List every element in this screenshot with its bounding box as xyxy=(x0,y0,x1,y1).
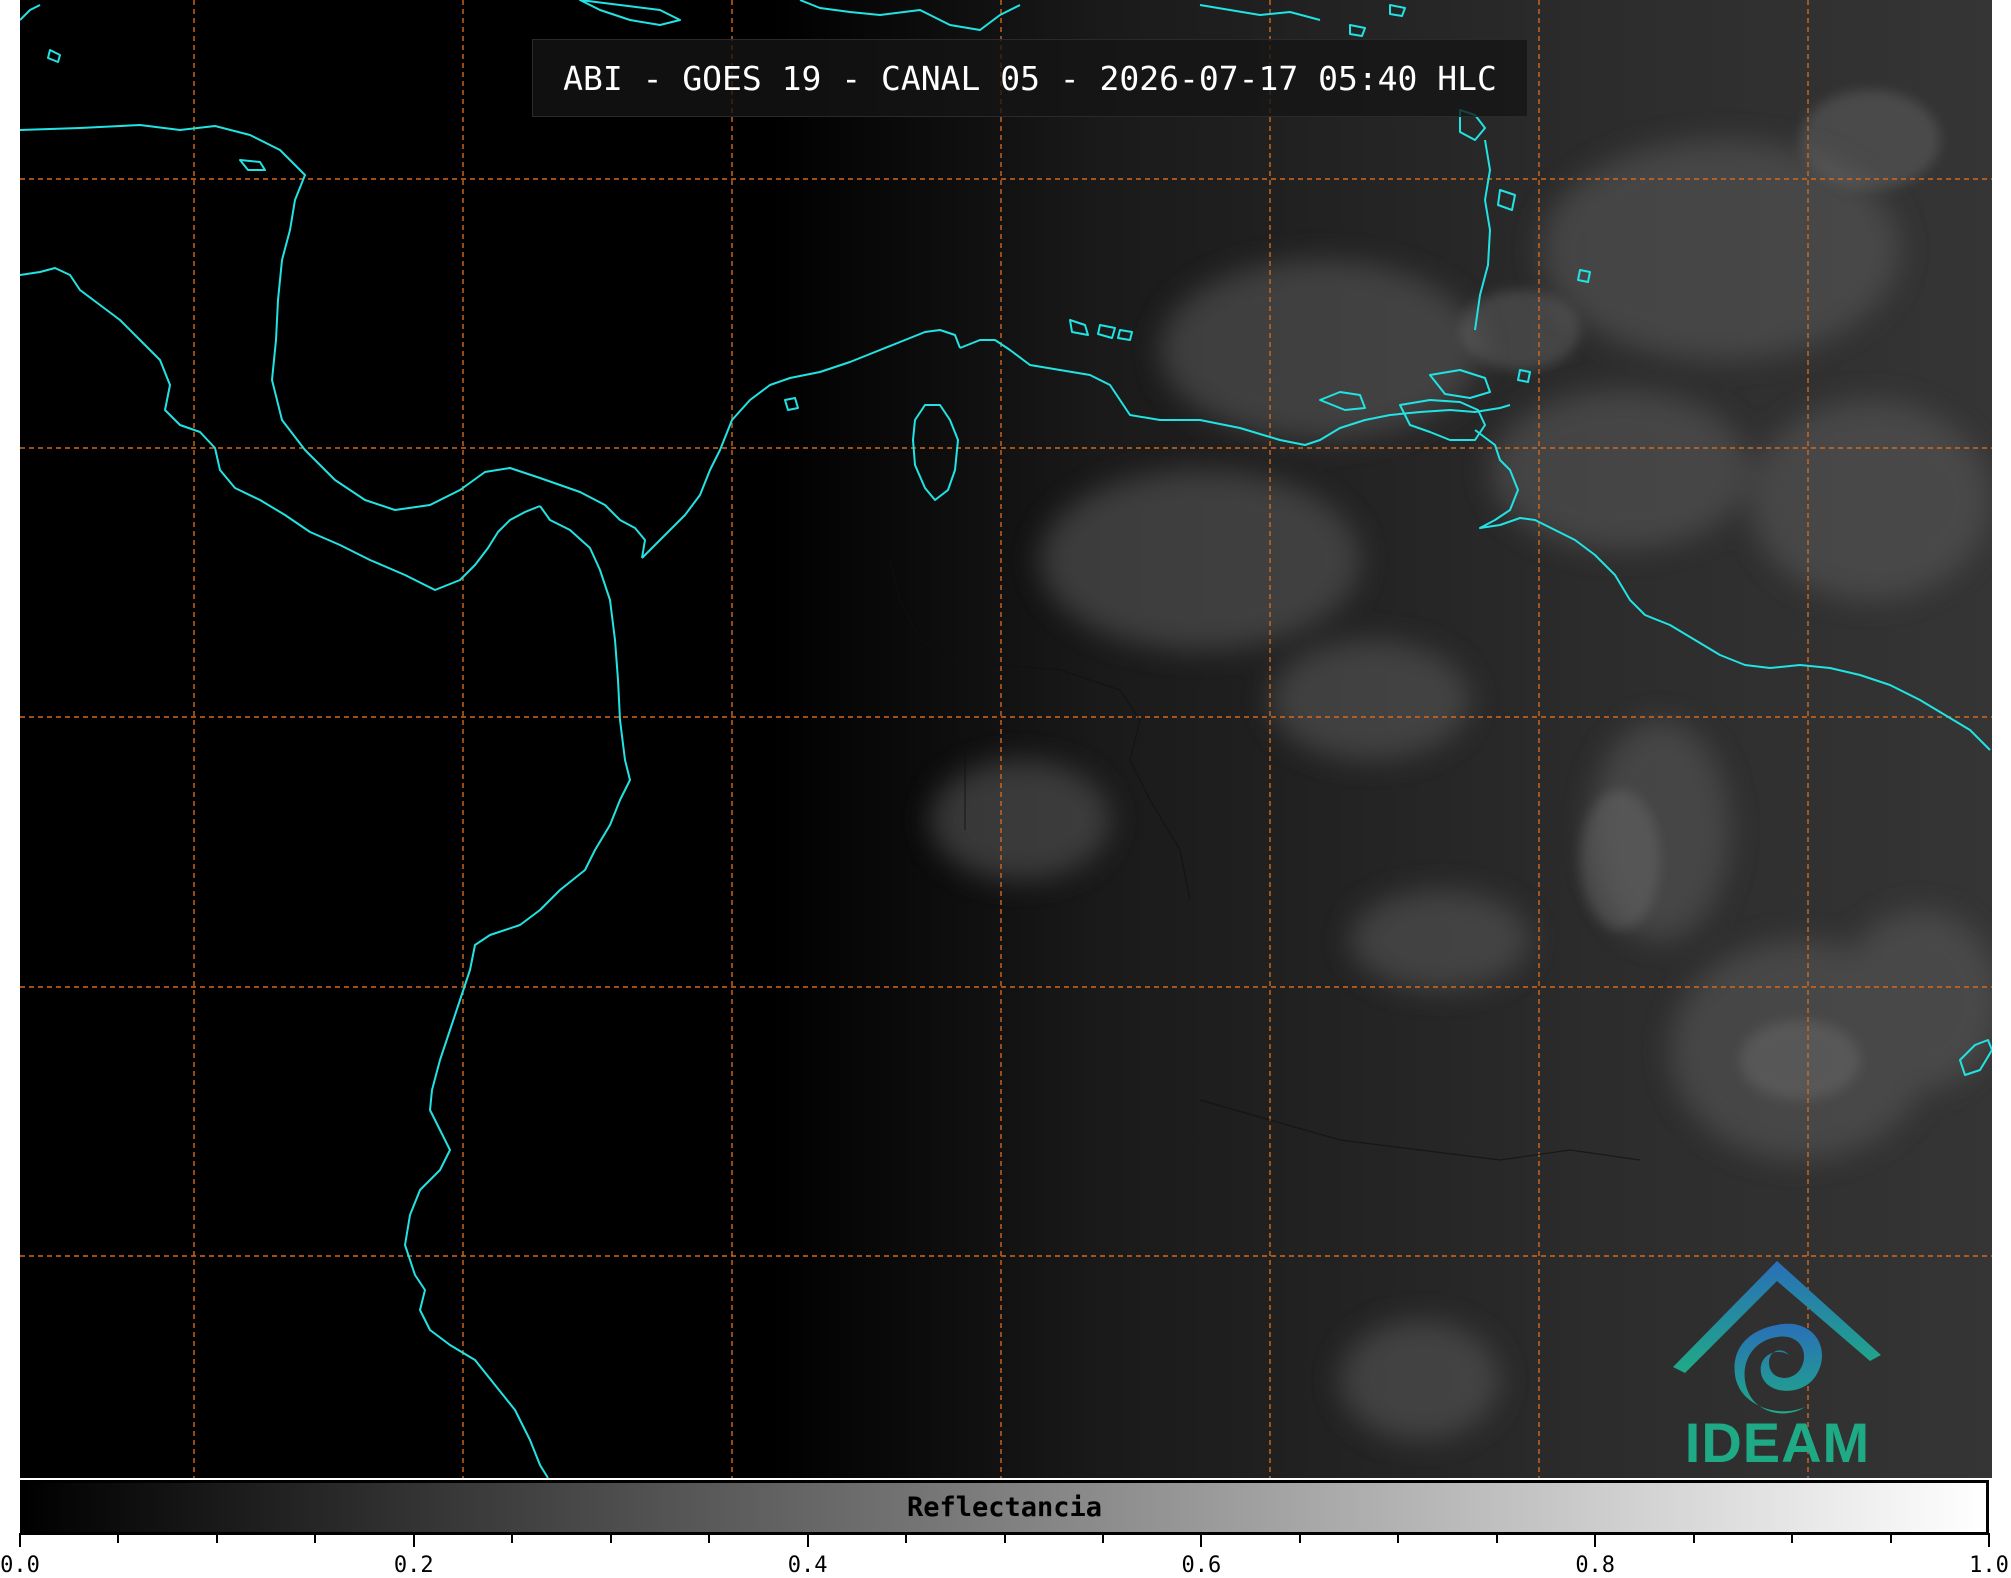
colorbar-tick-label: 0.0 xyxy=(0,1553,40,1578)
colorbar-major-tick xyxy=(1988,1533,1990,1547)
colorbar-minor-tick xyxy=(1298,1533,1301,1543)
colorbar-minor-tick xyxy=(609,1533,612,1543)
colorbar-minor-tick xyxy=(708,1533,711,1543)
colorbar-major-tick xyxy=(806,1533,809,1547)
colorbar-minor-tick xyxy=(314,1533,317,1543)
colorbar-minor-tick xyxy=(1101,1533,1104,1543)
colorbar-minor-tick xyxy=(905,1533,908,1543)
mountain-icon xyxy=(1673,1261,1881,1373)
colorbar-minor-tick xyxy=(1397,1533,1400,1543)
swirl-icon xyxy=(1734,1323,1823,1414)
logo-text: IDEAM xyxy=(1684,1411,1871,1474)
map-title: ABI - GOES 19 - CANAL 05 - 2026-07-17 05… xyxy=(532,39,1528,117)
colorbar-label: Reflectancia xyxy=(906,1492,1103,1523)
colorbar-major-tick xyxy=(1200,1533,1203,1547)
colorbar-major-tick xyxy=(1594,1533,1597,1547)
colorbar-tick-label: 0.8 xyxy=(1575,1553,1616,1578)
colorbar-axis: 0.0 0.2 0.4 0.6 0.8 1.0 xyxy=(0,1533,2011,1578)
colorbar-minor-tick xyxy=(1889,1533,1892,1543)
colorbar-minor-tick xyxy=(215,1533,218,1543)
colorbar-minor-tick xyxy=(1692,1533,1695,1543)
colorbar-minor-tick xyxy=(1495,1533,1498,1543)
colorbar-tick-label: 1.0 xyxy=(1969,1553,2009,1578)
colorbar-tick-label: 0.2 xyxy=(393,1553,434,1578)
colorbar-major-tick xyxy=(19,1533,21,1547)
colorbar-tick-label: 0.4 xyxy=(787,1553,828,1578)
colorbar: Reflectancia xyxy=(20,1480,1989,1535)
colorbar-minor-tick xyxy=(1003,1533,1006,1543)
colorbar-minor-tick xyxy=(1791,1533,1794,1543)
colorbar-minor-tick xyxy=(117,1533,120,1543)
colorbar-tick-label: 0.6 xyxy=(1181,1553,1222,1578)
colorbar-minor-tick xyxy=(511,1533,514,1543)
colorbar-major-tick xyxy=(412,1533,415,1547)
